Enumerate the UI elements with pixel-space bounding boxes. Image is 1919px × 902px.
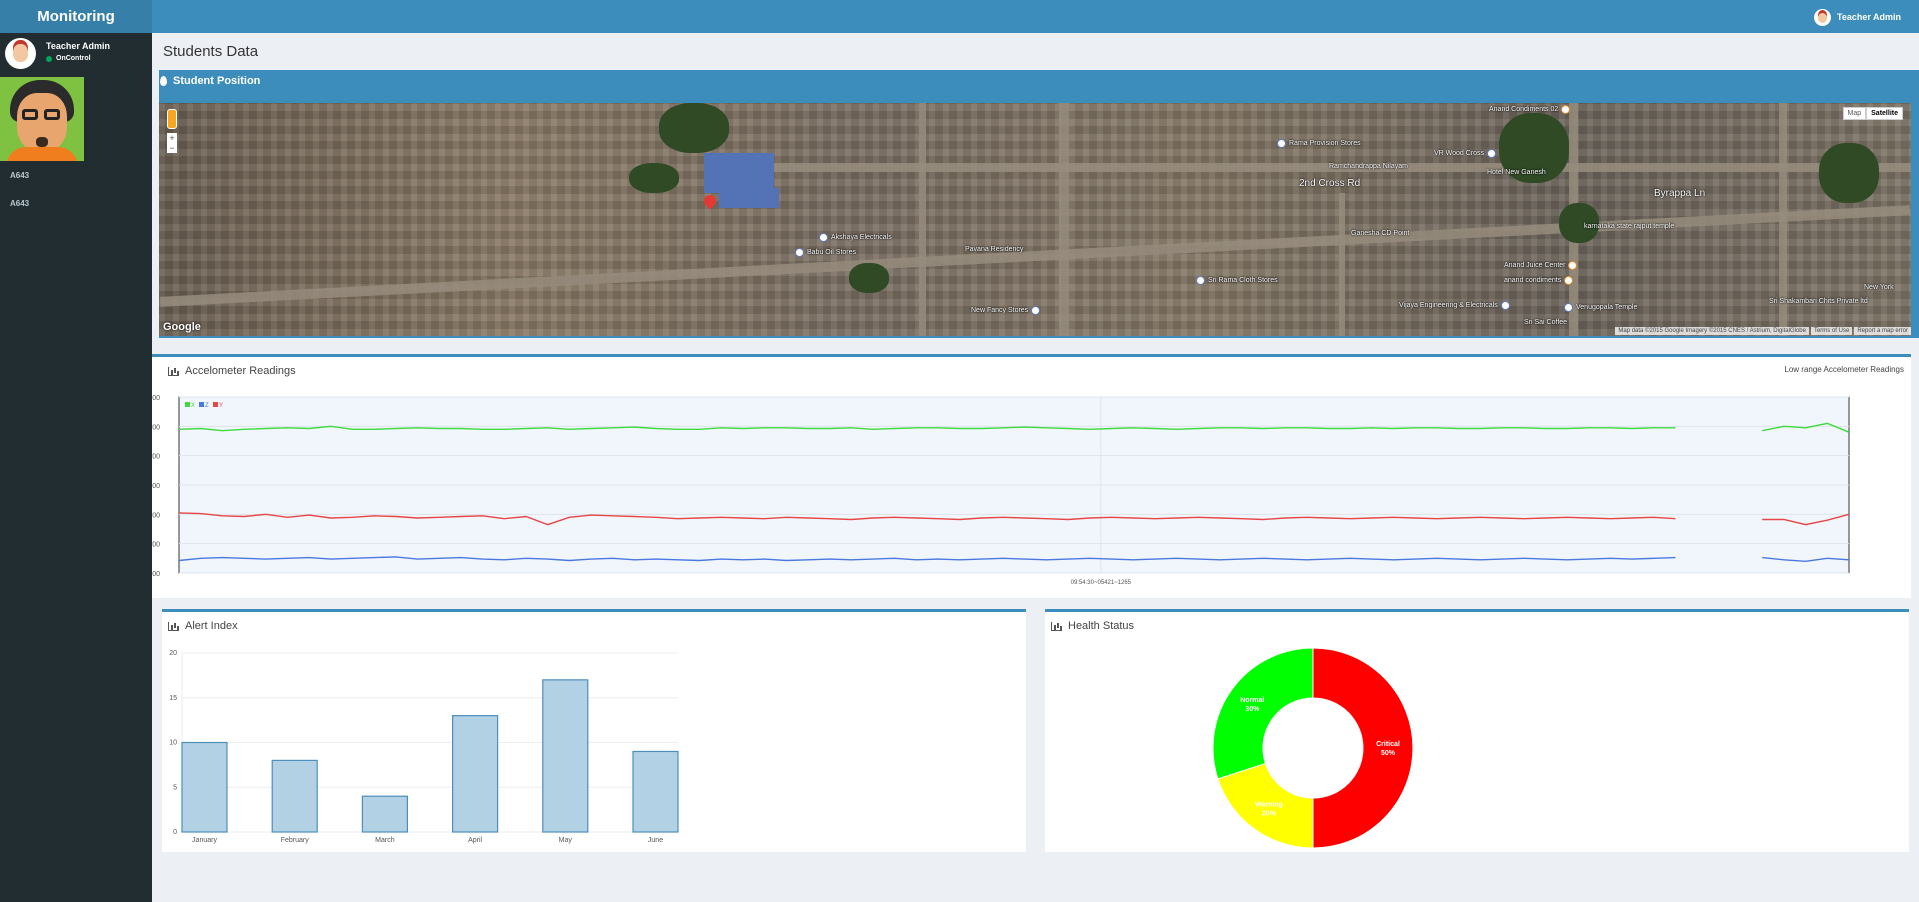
map-label: New York bbox=[1864, 284, 1894, 291]
map-label: karnataka state rajput temple bbox=[1584, 223, 1675, 230]
map-attribution: Map data ©2015 Google Imagery ©2015 CNES… bbox=[1615, 327, 1911, 335]
bar-march bbox=[361, 795, 408, 833]
legend-label-y: Y bbox=[219, 403, 223, 409]
x-tick-label: June bbox=[648, 837, 663, 844]
y-tick-label: 15 bbox=[169, 695, 177, 702]
sidebar-status-text: OnControl bbox=[56, 55, 91, 62]
map-label: Pavana Residency bbox=[965, 246, 1024, 253]
sidebar-user-panel: Teacher Admin OnControl bbox=[5, 38, 150, 73]
health-status-donut-chart[interactable]: Critical 50% Warning 20% Normal 30% bbox=[1045, 612, 1909, 852]
health-status-box: Health Status Critical 50% Warning 20% Norma… bbox=[1045, 609, 1909, 852]
y-tick-label: 20 bbox=[169, 650, 177, 657]
legend-label-x: X bbox=[191, 403, 195, 409]
bar-april bbox=[452, 715, 499, 833]
x-tick-label: April bbox=[468, 837, 482, 844]
slice-value-warning: 20% bbox=[1262, 811, 1277, 818]
map-label: anand condiments bbox=[1504, 276, 1574, 285]
zoom-in-icon[interactable]: + bbox=[167, 133, 177, 143]
sidebar-item-a643[interactable]: A643 bbox=[10, 171, 29, 180]
top-navbar: Monitoring Teacher Admin bbox=[0, 0, 1919, 33]
bar-june bbox=[632, 750, 679, 833]
y-tick-label: 2400 bbox=[152, 483, 160, 490]
page-title: Students Data bbox=[163, 43, 259, 60]
map-label: Ramchandrappa Nilayam bbox=[1329, 163, 1408, 170]
app-logo[interactable]: Monitoring bbox=[0, 0, 152, 33]
map-label: Sri Sai Coffee bbox=[1524, 319, 1568, 326]
y-tick-label: 2000 bbox=[152, 542, 160, 549]
legend-label-z: Z bbox=[205, 403, 209, 409]
student-location-marker-icon[interactable] bbox=[701, 192, 719, 210]
sidebar-user-name: Teacher Admin bbox=[46, 41, 111, 51]
legend-swatch-x bbox=[185, 402, 190, 407]
map-pin-icon bbox=[160, 76, 167, 86]
map-label: Sri Rama Cloth Stores bbox=[1196, 276, 1278, 285]
slice-label-warning: Warning bbox=[1255, 802, 1283, 809]
user-menu-name: Teacher Admin bbox=[1836, 12, 1901, 22]
accelerometer-box: Accelometer Readings Low range Accelomet… bbox=[152, 354, 1911, 598]
user-avatar-icon bbox=[1813, 8, 1831, 26]
y-tick-label: 5 bbox=[173, 784, 177, 791]
y-tick-label: 2200 bbox=[152, 512, 160, 519]
map-label: Hotel New Ganesh bbox=[1487, 169, 1546, 176]
map-label: Anand Condiments 02 bbox=[1489, 105, 1571, 114]
y-tick-label: 1800 bbox=[152, 571, 160, 578]
alert-index-box: Alert Index 0 5 10 15 20 January February March… bbox=[162, 609, 1026, 852]
report-map-error-link[interactable]: Report a map error bbox=[1854, 327, 1911, 335]
terms-of-use-link[interactable]: Terms of Use bbox=[1810, 327, 1853, 335]
sidebar-avatar-icon bbox=[5, 38, 36, 69]
slice-value-critical: 50% bbox=[1381, 750, 1396, 757]
map-zoom-control[interactable]: + − bbox=[167, 133, 177, 153]
map-type-control[interactable]: Map Satellite bbox=[1842, 107, 1903, 120]
map-label: Anand Juice Center bbox=[1504, 261, 1578, 270]
map-label: Sri Shakambari Chits Private ltd bbox=[1769, 298, 1868, 305]
y-tick-label: 10 bbox=[169, 740, 177, 747]
y-tick-label: 3000 bbox=[152, 395, 160, 402]
map-type-map[interactable]: Map bbox=[1842, 107, 1867, 120]
map-label: Akshaya Electricals bbox=[819, 233, 892, 242]
sidebar-user-status: OnControl bbox=[46, 55, 91, 62]
satellite-map[interactable]: + − Map Satellite Anand Condiments 02 Ram… bbox=[159, 103, 1911, 336]
alert-index-bar-chart[interactable]: 0 5 10 15 20 January February March April May June bbox=[162, 612, 1026, 852]
y-tick-label: 2800 bbox=[152, 424, 160, 431]
map-label: 2nd Cross Rd bbox=[1299, 178, 1361, 189]
y-tick-label: 2600 bbox=[152, 454, 160, 461]
map-label: VR Wood Cross bbox=[1434, 149, 1497, 158]
slice-label-critical: Critical bbox=[1376, 741, 1400, 748]
slice-critical bbox=[1312, 647, 1414, 849]
google-logo: Google bbox=[163, 321, 201, 333]
legend-swatch-y bbox=[213, 402, 218, 407]
zoom-out-icon[interactable]: − bbox=[167, 143, 177, 153]
map-type-satellite[interactable]: Satellite bbox=[1866, 107, 1903, 120]
slice-normal bbox=[1212, 647, 1314, 780]
map-box-title: Student Position bbox=[173, 75, 261, 87]
slice-value-normal: 30% bbox=[1245, 706, 1260, 713]
map-label: Venugopala Temple bbox=[1564, 303, 1637, 312]
y-tick-label: 0 bbox=[173, 829, 177, 836]
accelerometer-line-chart[interactable]: 1800 2000 2200 2400 2600 2800 3000 X Z Y 09:54:30~… bbox=[152, 357, 1911, 598]
sidebar-item-a643-2[interactable]: A643 bbox=[10, 199, 29, 208]
x-tick-label: May bbox=[559, 837, 573, 844]
map-label: Byrappa Ln bbox=[1654, 188, 1706, 199]
bar-february bbox=[271, 759, 318, 833]
online-dot-icon bbox=[46, 55, 52, 62]
x-tick-label: February bbox=[281, 837, 310, 844]
map-box-header: Student Position bbox=[159, 75, 260, 87]
map-label: Babu Oil Stores bbox=[795, 248, 856, 257]
map-label: Ganesha CD Point bbox=[1351, 230, 1410, 237]
map-label: Vijaya Engineering & Electricals bbox=[1399, 301, 1510, 310]
legend-swatch-z bbox=[199, 402, 204, 407]
bar-january bbox=[181, 741, 228, 833]
map-label: New Fancy Stores bbox=[971, 306, 1041, 315]
x-tick-label: January bbox=[192, 837, 217, 844]
x-axis-label: 09:54:30~05421~1265 bbox=[1071, 580, 1132, 586]
slice-label-normal: Normal bbox=[1240, 697, 1264, 704]
map-label: Rama Provision Stores bbox=[1277, 139, 1361, 148]
street-view-pegman-icon[interactable] bbox=[167, 109, 177, 129]
sidebar: Teacher Admin OnControl A643 A643 bbox=[0, 33, 152, 902]
x-tick-label: March bbox=[375, 837, 395, 844]
student-avatar-image bbox=[0, 77, 84, 161]
bar-may bbox=[542, 679, 589, 833]
user-menu[interactable]: Teacher Admin bbox=[1813, 8, 1901, 26]
